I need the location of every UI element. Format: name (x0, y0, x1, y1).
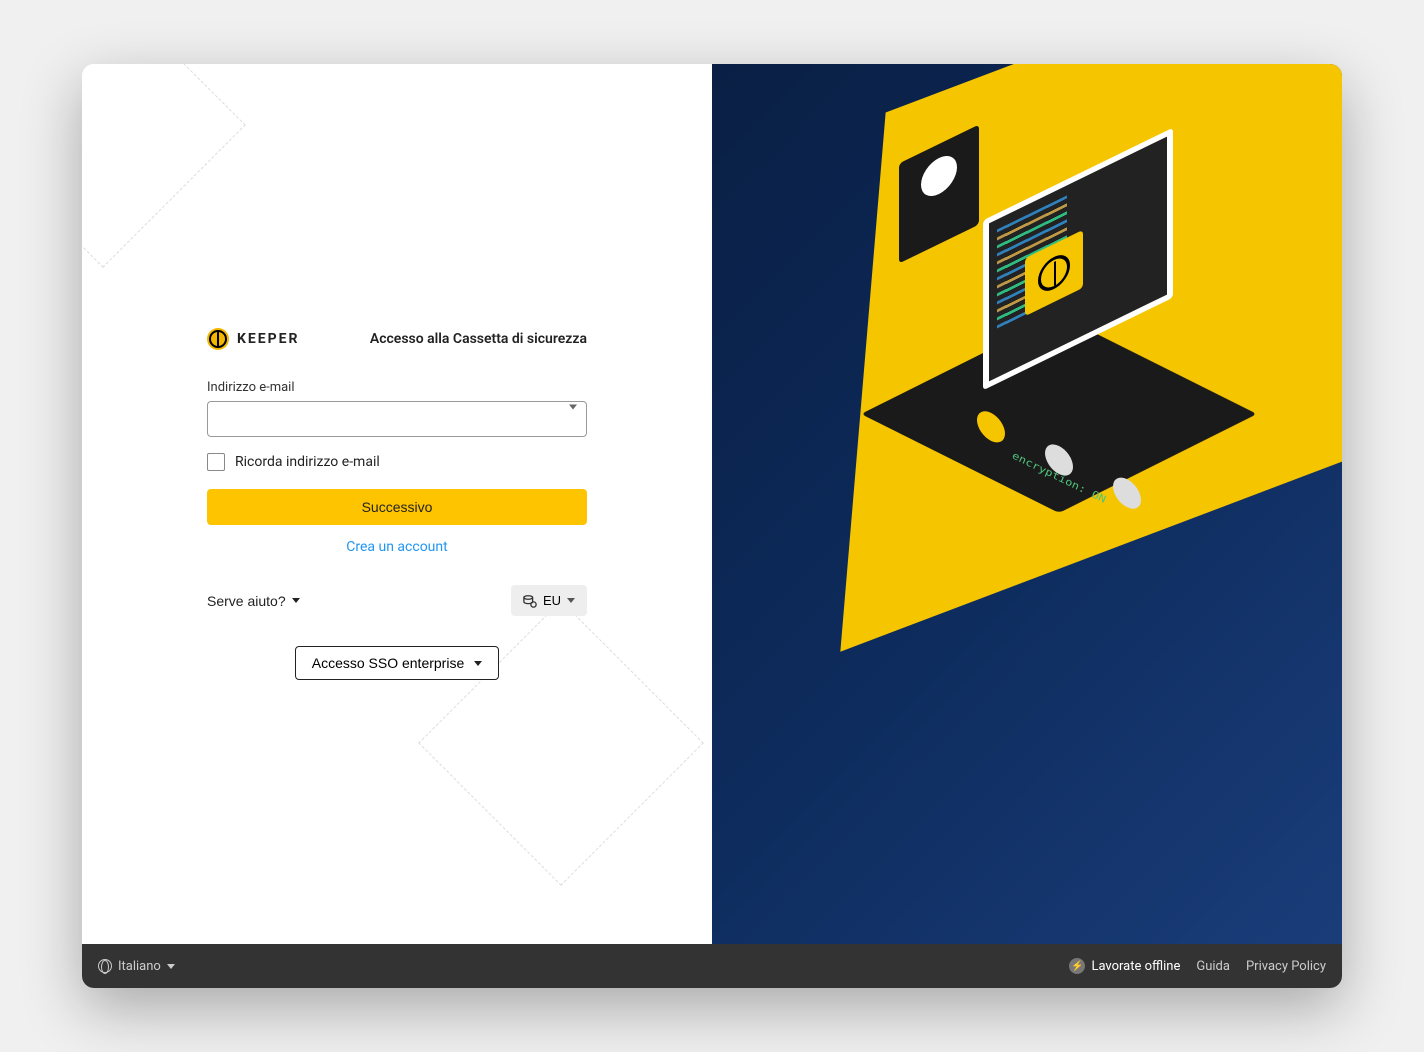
keeper-logo-icon (207, 328, 229, 350)
page-title: Accesso alla Cassetta di sicurezza (370, 331, 587, 347)
help-footer-label: Guida (1196, 959, 1230, 974)
help-region-row: Serve aiuto? EU (207, 585, 587, 616)
hero-illustration-panel: encryption: ON (712, 64, 1342, 944)
login-form: KEEPER Accesso alla Cassetta di sicurezz… (207, 328, 587, 680)
offline-label: Lavorate offline (1091, 959, 1180, 974)
login-header: KEEPER Accesso alla Cassetta di sicurezz… (207, 328, 587, 350)
footer-bar: Italiano ⚡ Lavorate offline Guida Privac… (82, 944, 1342, 988)
enterprise-sso-button[interactable]: Accesso SSO enterprise (295, 646, 500, 680)
help-label: Serve aiuto? (207, 593, 286, 609)
brand-logo: KEEPER (207, 328, 300, 350)
brand-name: KEEPER (237, 331, 300, 347)
language-label: Italiano (118, 959, 161, 974)
remember-row: Ricorda indirizzo e-mail (207, 453, 587, 471)
database-globe-icon (523, 594, 537, 608)
email-input-wrap (207, 401, 587, 437)
app-window: KEEPER Accesso alla Cassetta di sicurezz… (82, 64, 1342, 988)
chevron-down-icon (167, 964, 175, 969)
remember-label: Ricorda indirizzo e-mail (235, 454, 380, 470)
email-field[interactable] (207, 401, 587, 437)
help-link[interactable]: Guida (1196, 959, 1230, 974)
footer-right: ⚡ Lavorate offline Guida Privacy Policy (1069, 958, 1326, 974)
chevron-down-icon (474, 661, 482, 666)
main-content: KEEPER Accesso alla Cassetta di sicurezz… (82, 64, 1342, 944)
privacy-policy-link[interactable]: Privacy Policy (1246, 959, 1326, 974)
privacy-label: Privacy Policy (1246, 959, 1326, 974)
sso-label: Accesso SSO enterprise (312, 655, 465, 671)
shield-icon (1113, 472, 1141, 514)
next-button[interactable]: Successivo (207, 489, 587, 525)
remember-checkbox[interactable] (207, 453, 225, 471)
footer-left: Italiano (98, 959, 175, 974)
region-selector[interactable]: EU (511, 585, 587, 616)
help-dropdown[interactable]: Serve aiuto? (207, 593, 300, 609)
sso-row: Accesso SSO enterprise (207, 646, 587, 680)
bolt-icon: ⚡ (1069, 958, 1085, 974)
isometric-illustration: encryption: ON (889, 114, 1229, 554)
create-account-link[interactable]: Crea un account (207, 539, 587, 555)
globe-panel (899, 124, 979, 263)
globe-lock-icon (921, 149, 957, 203)
email-label: Indirizzo e-mail (207, 380, 587, 395)
chevron-down-icon (567, 598, 575, 603)
login-panel: KEEPER Accesso alla Cassetta di sicurezz… (82, 64, 712, 944)
work-offline-button[interactable]: ⚡ Lavorate offline (1069, 958, 1180, 974)
region-label: EU (543, 593, 561, 608)
keeper-logo-icon (1038, 249, 1070, 297)
globe-icon (98, 959, 112, 973)
language-selector[interactable]: Italiano (98, 959, 175, 974)
chevron-down-icon (292, 598, 300, 603)
